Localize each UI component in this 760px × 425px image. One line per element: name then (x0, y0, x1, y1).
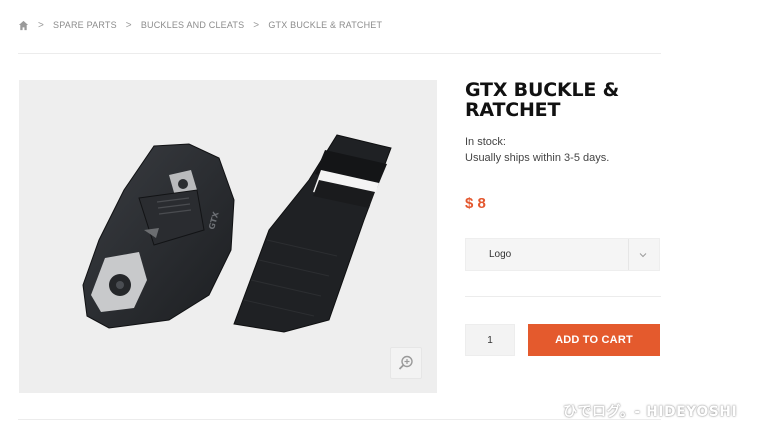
shipping-note: Usually ships within 3-5 days. (465, 152, 610, 164)
header-divider (18, 53, 661, 54)
add-to-cart-button[interactable]: ADD TO CART (528, 324, 660, 356)
breadcrumb-separator: > (38, 19, 45, 31)
option-select-value: Logo (489, 249, 512, 260)
product-image-gallery[interactable]: GTX (19, 80, 437, 393)
breadcrumb-spare-parts[interactable]: SPARE PARTS (53, 20, 117, 30)
breadcrumb-buckles-and-cleats[interactable]: BUCKLES AND CLEATS (141, 20, 244, 30)
stock-status: In stock: (465, 136, 506, 148)
product-price: $ 8 (465, 195, 486, 212)
zoom-button[interactable] (390, 347, 422, 379)
option-select[interactable]: Logo (465, 238, 660, 271)
breadcrumb: > SPARE PARTS > BUCKLES AND CLEATS > GTX… (18, 18, 382, 32)
stock-info: In stock: Usually ships within 3-5 days. (465, 134, 609, 166)
option-divider (465, 296, 661, 297)
breadcrumb-separator: > (125, 19, 132, 31)
chevron-down-icon (639, 253, 647, 258)
product-title: GTX BUCKLE & RATCHET (465, 79, 619, 121)
quantity-input[interactable]: 1 (465, 324, 515, 356)
select-divider (628, 239, 629, 270)
product-image: GTX (82, 134, 392, 333)
zoom-in-icon (398, 355, 413, 370)
watermark: ひでログ。- HIDEYOSHI (563, 404, 738, 420)
home-icon[interactable] (18, 20, 29, 31)
breadcrumb-separator: > (253, 19, 260, 31)
breadcrumb-current-product: GTX BUCKLE & RATCHET (268, 20, 383, 30)
